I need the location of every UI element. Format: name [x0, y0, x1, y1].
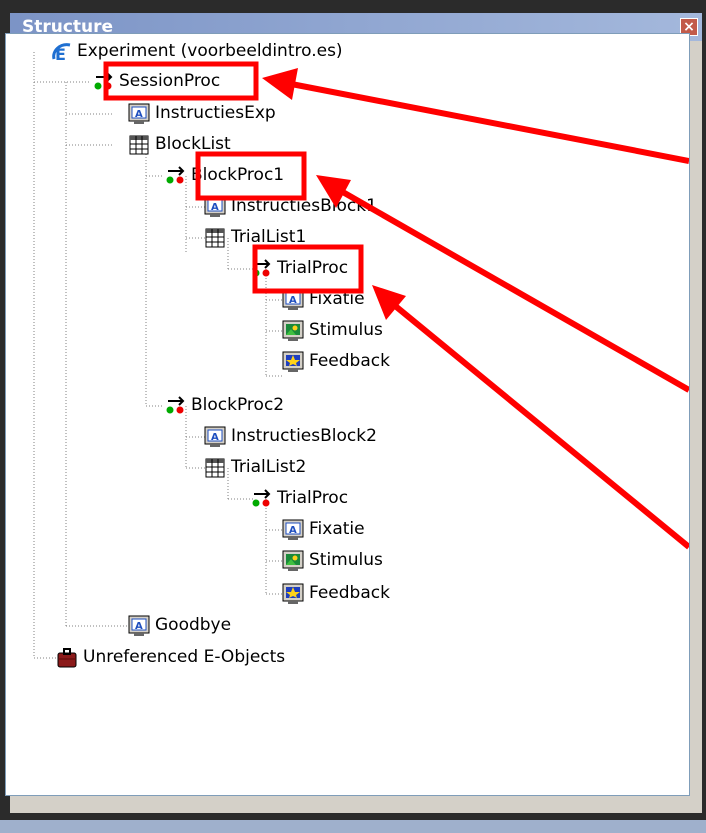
highlight-box-blockproc1	[195, 151, 307, 201]
arrow-sessionproc	[280, 79, 689, 164]
arrow-trialproc	[386, 297, 689, 550]
structure-tree: E Experiment (voorbeeldintro.es) Session…	[5, 33, 690, 796]
bottom-bar	[0, 820, 706, 833]
highlight-box-sessionproc	[103, 61, 259, 101]
annotation-overlay	[103, 61, 689, 550]
arrow-blockproc1	[332, 184, 689, 393]
arrow-head-trialproc	[372, 285, 406, 320]
arrow-head-sessionproc	[262, 68, 298, 100]
highlight-box-trialproc	[252, 244, 364, 294]
